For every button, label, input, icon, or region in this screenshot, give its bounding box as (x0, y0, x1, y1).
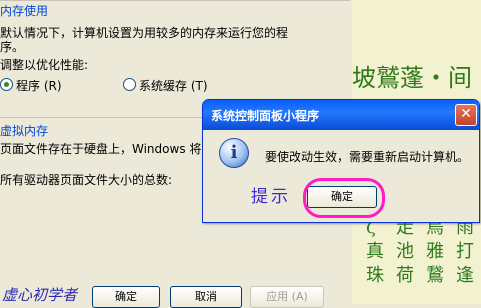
memory-description-line1: 默认情况下，计算机设置为用较多的内存来运行您的程 (0, 26, 289, 40)
virtual-memory-line1: 页面文件存在于硬盘上，Windows 将它 (0, 142, 214, 156)
calligraphy-column-4: 雨 打 逢 (456, 217, 474, 286)
virtual-memory-line2: 所有驱动器页面文件大小的总数: (0, 173, 173, 187)
system-cache-radio[interactable] (123, 78, 136, 91)
calligraphy-column-1: ζ 真 珠 (366, 217, 384, 286)
memory-usage-title: 内存使用 (0, 4, 49, 18)
divider (0, 0, 350, 1)
cancel-button[interactable]: 取消 (170, 286, 242, 308)
close-icon[interactable]: ✕ (455, 104, 477, 126)
info-icon: i (219, 138, 249, 168)
apply-button[interactable]: 应用 (A) (250, 286, 324, 308)
dialog-message: 要使改动生效，需要重新启动计算机。 (265, 150, 470, 164)
calligraphy-row: 坡鷲蓬・间 (352, 64, 472, 92)
calligraphy-column-3: 鳥 雅 鵞 (426, 217, 444, 286)
system-cache-radio-label[interactable]: 系统缓存 (T) (139, 77, 208, 94)
dialog-title-bar[interactable]: 系统控制面板小程序 ✕ (203, 100, 479, 130)
calligraphy-column-2: 走 池 荷 (396, 217, 414, 286)
dialog-title: 系统控制面板小程序 (211, 109, 320, 123)
optimize-label: 调整以优化性能: (0, 58, 89, 72)
memory-description-line2: 序。 (0, 40, 25, 54)
highlight-circle (303, 178, 385, 218)
programs-radio-label[interactable]: 程序 (R) (16, 77, 62, 94)
message-dialog: 系统控制面板小程序 ✕ i 要使改动生效，需要重新启动计算机。 提示 确定 (202, 99, 480, 223)
watermark-text: 虚心初学者 (2, 286, 78, 304)
programs-radio[interactable] (0, 78, 13, 91)
ok-button[interactable]: 确定 (92, 286, 160, 308)
annotation-hint-text: 提示 (251, 187, 291, 207)
virtual-memory-title: 虚拟内存 (0, 124, 49, 138)
